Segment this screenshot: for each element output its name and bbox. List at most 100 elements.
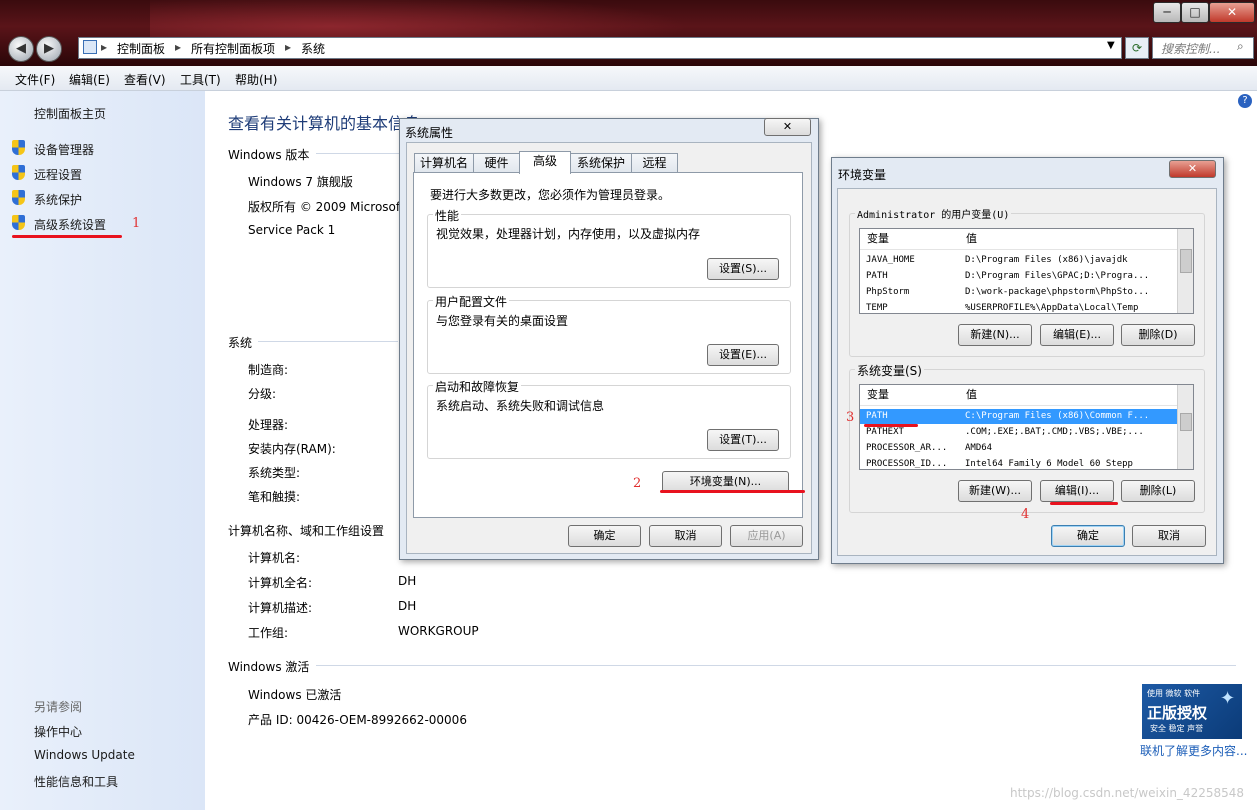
- forward-button[interactable]: ▶: [36, 36, 62, 62]
- variable-name: PROCESSOR_ID...: [866, 459, 948, 469]
- sysprops-ok-button[interactable]: 确定: [568, 525, 641, 547]
- sysprops-apply-button[interactable]: 应用(A): [730, 525, 803, 547]
- see-also-action-center[interactable]: 操作中心: [34, 723, 82, 740]
- vertical-scrollbar[interactable]: [1177, 385, 1193, 469]
- breadcrumb-separator-icon: ▸: [101, 40, 108, 54]
- vertical-scrollbar[interactable]: [1177, 229, 1193, 313]
- see-also-title: 另请参阅: [34, 700, 83, 714]
- envvars-cancel-button[interactable]: 取消: [1132, 525, 1206, 547]
- column-header-value[interactable]: 值: [966, 385, 977, 405]
- computer-label: 计算机描述:: [248, 601, 313, 615]
- annotation-number: 4: [1021, 507, 1030, 522]
- variable-name: PATHEXT: [866, 427, 904, 437]
- tab-system-protection[interactable]: 系统保护: [570, 153, 632, 173]
- breadcrumb-item[interactable]: 所有控制面板项: [191, 40, 275, 57]
- breadcrumb-separator-icon: ▸: [175, 40, 182, 54]
- startup-recovery-settings-button[interactable]: 设置(T)...: [707, 429, 779, 451]
- sysprops-close-button[interactable]: ✕: [764, 118, 811, 136]
- variable-value: D:\Program Files\GPAC;D:\Progra...: [965, 271, 1150, 281]
- user-new-button[interactable]: 新建(N)...: [958, 324, 1032, 346]
- uac-shield-icon: [12, 165, 25, 180]
- close-button[interactable]: ✕: [1209, 2, 1255, 23]
- tab-advanced[interactable]: 高级: [519, 151, 571, 174]
- user-edit-button[interactable]: 编辑(E)...: [1040, 324, 1114, 346]
- tab-remote[interactable]: 远程: [631, 153, 678, 173]
- menu-edit[interactable]: 编辑(E): [69, 71, 110, 88]
- address-bar[interactable]: ▸ 控制面板 ▸ 所有控制面板项 ▸ 系统 ▼: [78, 37, 1122, 59]
- section-divider: [316, 665, 1236, 666]
- computer-label: 计算机全名:: [248, 576, 313, 590]
- tab-hardware[interactable]: 硬件: [473, 153, 520, 173]
- search-icon[interactable]: ⌕: [1237, 39, 1244, 54]
- sysprops-cancel-button[interactable]: 取消: [649, 525, 722, 547]
- envvars-ok-button[interactable]: 确定: [1051, 525, 1125, 547]
- scrollbar-thumb[interactable]: [1180, 249, 1192, 273]
- list-item-selected[interactable]: PATH C:\Program Files (x86)\Common F...: [860, 409, 1178, 424]
- genuine-learn-more-link[interactable]: 联机了解更多内容...: [1140, 742, 1247, 759]
- activation-status: Windows 已激活: [248, 688, 342, 702]
- envvars-title: 环境变量: [838, 168, 887, 182]
- section-divider: [316, 153, 406, 154]
- sidebar-item-system-protection[interactable]: 系统保护: [34, 191, 82, 208]
- dropdown-arrow-icon[interactable]: ▼: [1107, 40, 1115, 51]
- menu-bar: 文件(F) 编辑(E) 查看(V) 工具(T) 帮助(H): [0, 66, 1257, 91]
- user-delete-button[interactable]: 删除(D): [1121, 324, 1195, 346]
- control-panel-home-link[interactable]: 控制面板主页: [34, 105, 106, 122]
- system-variables-list[interactable]: 变量 值 PATH C:\Program Files (x86)\Common F…: [859, 384, 1194, 470]
- genuine-badge-line2: 正版授权: [1147, 704, 1208, 722]
- watermark: https://blog.csdn.net/weixin_42258548: [1010, 786, 1245, 800]
- list-header: 变量 值: [860, 385, 1178, 406]
- refresh-icon[interactable]: ⟳: [1125, 37, 1149, 59]
- sidebar-item-remote-settings[interactable]: 远程设置: [34, 166, 82, 183]
- system-edit-button[interactable]: 编辑(I)...: [1040, 480, 1114, 502]
- variable-value: %USERPROFILE%\AppData\Local\Temp: [965, 303, 1139, 313]
- computer-label: 计算机名:: [248, 551, 301, 565]
- admin-note: 要进行大多数更改，您必须作为管理员登录。: [430, 188, 671, 202]
- user-profiles-settings-button[interactable]: 设置(E)...: [707, 344, 779, 366]
- variable-name: TEMP: [866, 303, 888, 313]
- help-icon[interactable]: ?: [1238, 94, 1252, 108]
- performance-settings-button[interactable]: 设置(S)...: [707, 258, 779, 280]
- variable-name: JAVA_HOME: [866, 255, 915, 265]
- scrollbar-thumb[interactable]: [1180, 413, 1192, 431]
- search-placeholder: 搜索控制...: [1161, 42, 1221, 56]
- envvars-close-button[interactable]: ✕: [1169, 160, 1216, 178]
- search-input[interactable]: 搜索控制... ⌕: [1152, 37, 1254, 59]
- user-profiles-title: 用户配置文件: [433, 293, 510, 310]
- system-label: 笔和触摸:: [248, 490, 301, 504]
- system-delete-button[interactable]: 删除(L): [1121, 480, 1195, 502]
- see-also-performance[interactable]: 性能信息和工具: [34, 773, 118, 790]
- maximize-button[interactable]: □: [1181, 2, 1209, 23]
- column-header-variable[interactable]: 变量: [867, 385, 889, 405]
- left-task-pane: [0, 91, 205, 810]
- star-icon: ✦: [1220, 688, 1236, 709]
- window-titlebar: ─ □ ✕ ◀ ▶ ▸ 控制面板 ▸ 所有控制面板项 ▸ 系统 ▼ ⟳ 搜索控制…: [0, 0, 1257, 66]
- page-title: 查看有关计算机的基本信息: [228, 114, 421, 133]
- list-header: 变量 值: [860, 229, 1178, 250]
- genuine-badge[interactable]: 使用 微软 软件 正版授权 安全 稳定 声誉 ✦: [1142, 684, 1242, 739]
- back-button[interactable]: ◀: [8, 36, 34, 62]
- menu-help[interactable]: 帮助(H): [235, 71, 277, 88]
- see-also-windows-update[interactable]: Windows Update: [34, 748, 135, 762]
- minimize-button[interactable]: ─: [1153, 2, 1181, 23]
- column-header-value[interactable]: 值: [966, 229, 977, 249]
- user-variables-title: Administrator 的用户变量(U): [855, 206, 1012, 221]
- variable-value: AMD64: [965, 443, 993, 453]
- system-new-button[interactable]: 新建(W)...: [958, 480, 1032, 502]
- menu-view[interactable]: 查看(V): [124, 71, 166, 88]
- variable-name: PATH: [866, 271, 888, 281]
- sidebar-item-advanced-settings[interactable]: 高级系统设置: [34, 216, 106, 233]
- annotation-underline: [12, 235, 122, 238]
- variable-value: Intel64 Family 6 Model 60 Stepp: [965, 459, 1133, 469]
- column-header-variable[interactable]: 变量: [867, 229, 889, 249]
- menu-file[interactable]: 文件(F): [15, 71, 55, 88]
- annotation-underline: [1050, 502, 1118, 505]
- sidebar-item-device-manager[interactable]: 设备管理器: [34, 141, 94, 158]
- breadcrumb-item[interactable]: 控制面板: [117, 40, 165, 57]
- edition-name: Windows 7 旗舰版: [248, 175, 353, 189]
- breadcrumb-item[interactable]: 系统: [301, 40, 325, 57]
- tab-computer-name[interactable]: 计算机名: [414, 153, 474, 173]
- variable-name: PhpStorm: [866, 287, 910, 297]
- menu-tools[interactable]: 工具(T): [180, 71, 221, 88]
- user-variables-list[interactable]: 变量 值 JAVA_HOME D:\Program Files (x86)\jav…: [859, 228, 1194, 314]
